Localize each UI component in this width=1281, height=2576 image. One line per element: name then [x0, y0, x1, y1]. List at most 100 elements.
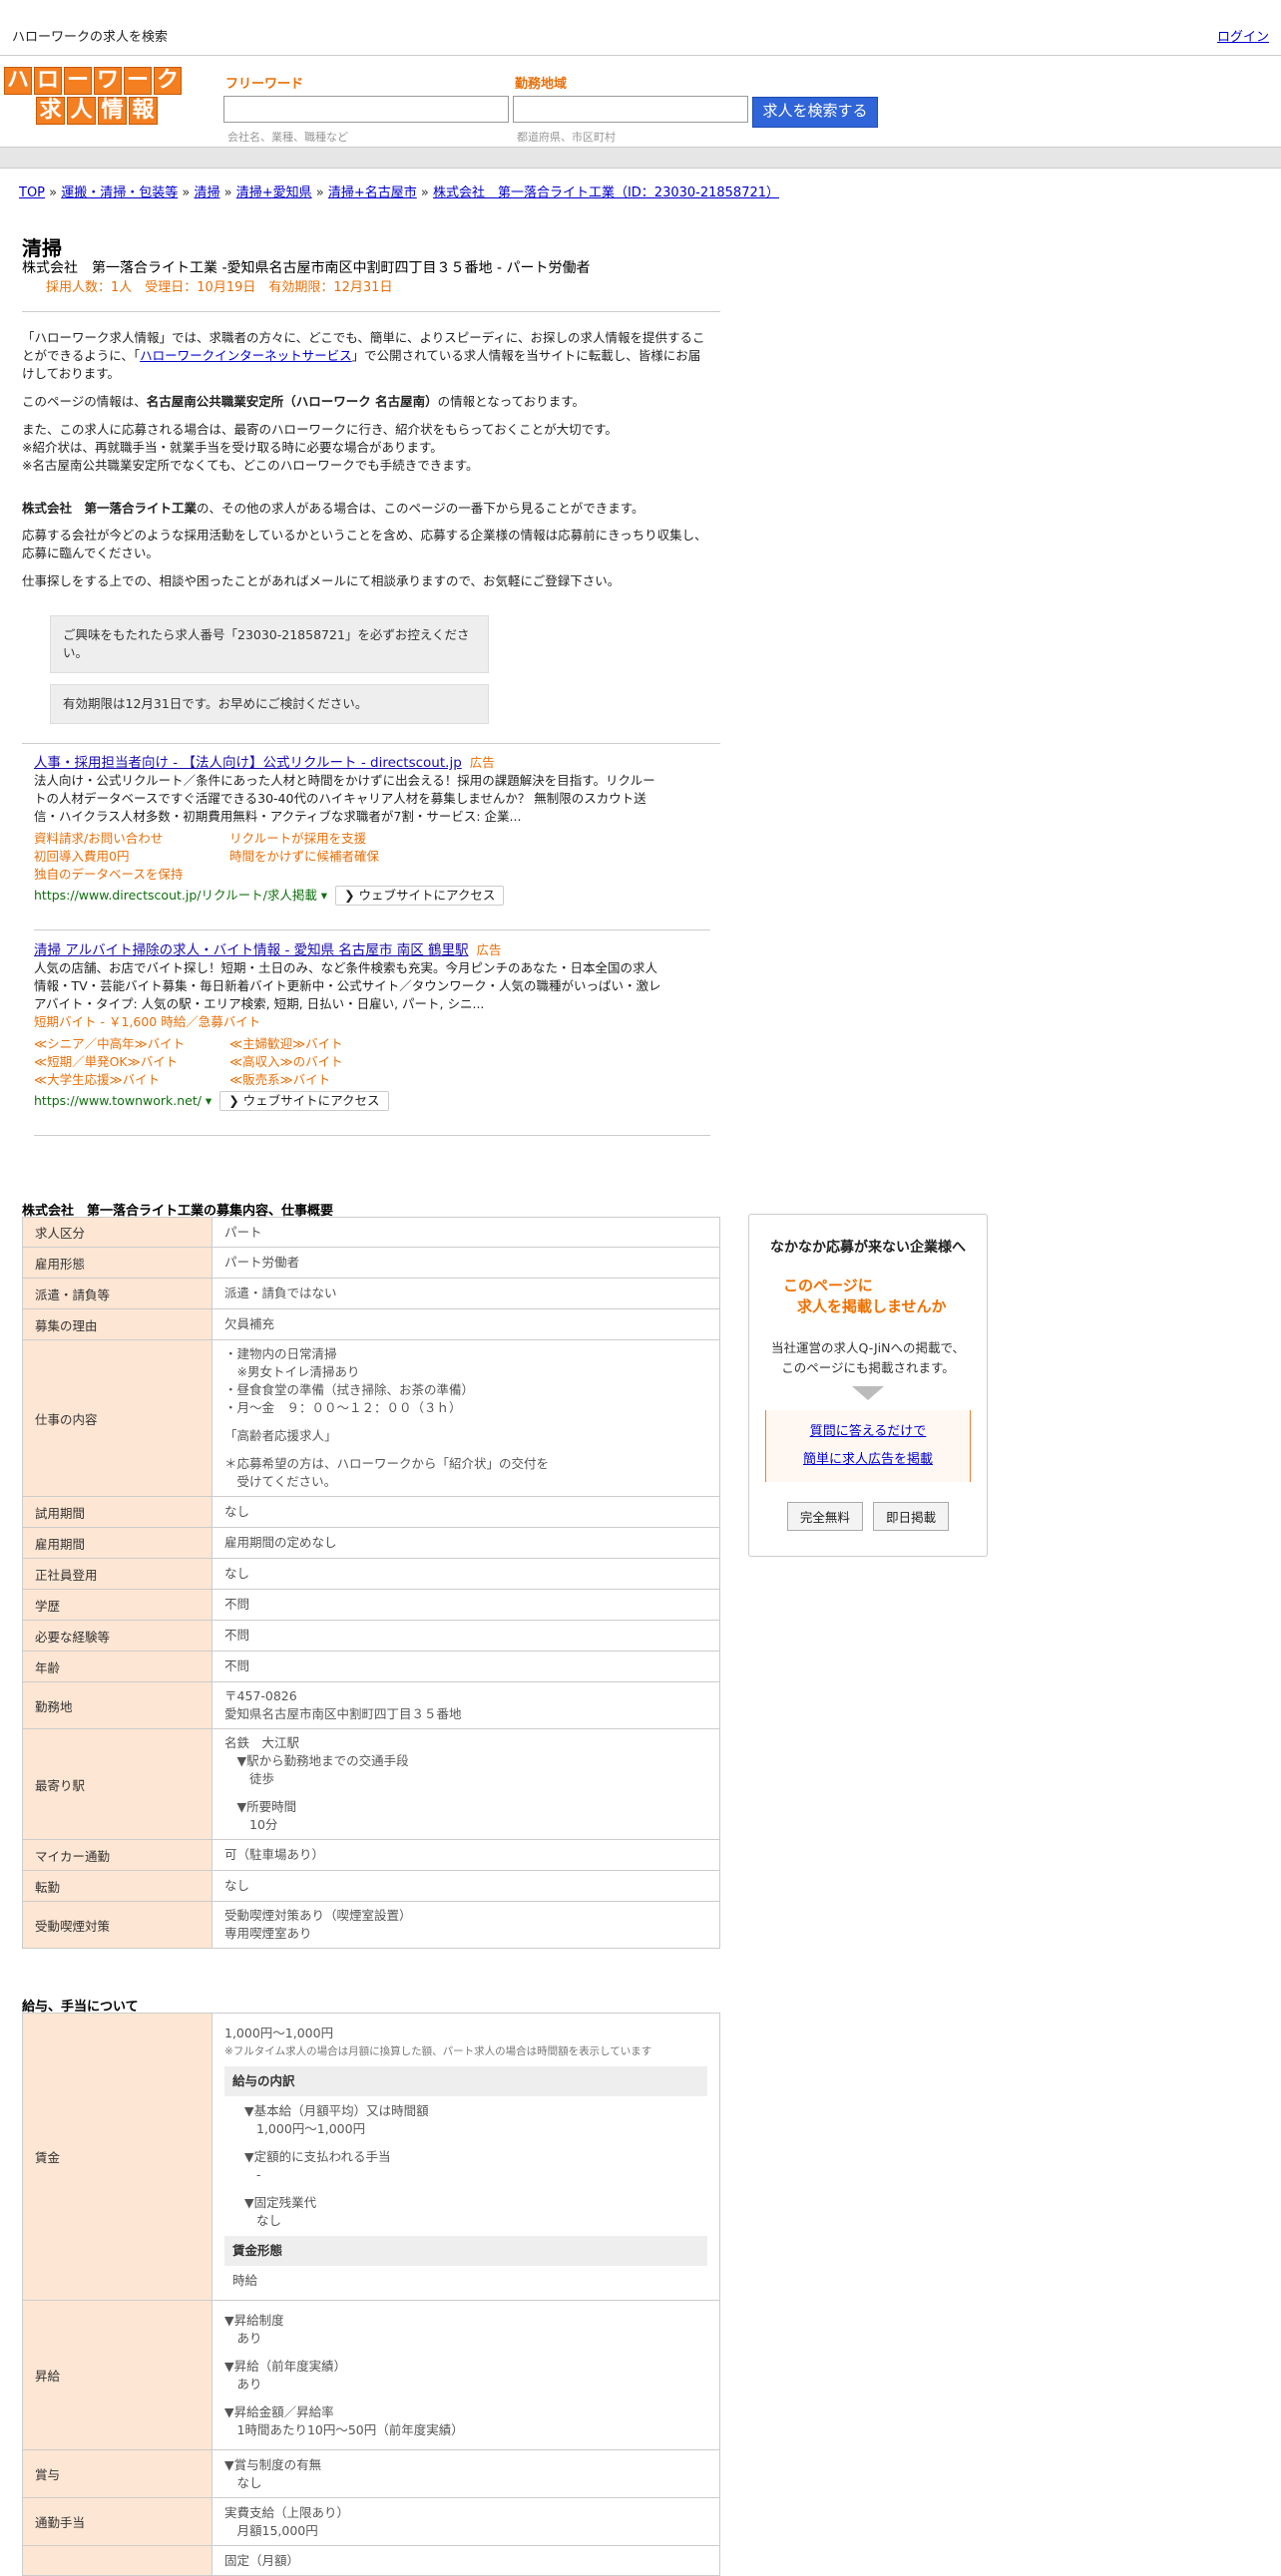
row-value: なし	[212, 1558, 720, 1590]
visit-website-button[interactable]: ❯ ウェブサイトにアクセス	[219, 1091, 389, 1111]
ad-sitelink[interactable]: 資料請求/お問い合わせ	[34, 830, 229, 848]
row-label: マイカー通勤	[22, 1839, 213, 1871]
table-row: 勤務地 〒457-0826 愛知県名古屋市南区中割町四丁目３５番地	[22, 1681, 720, 1729]
ad-sitelink[interactable]: 時間をかけずに候補者確保	[229, 848, 429, 866]
wage-form-value: 時給	[232, 2272, 258, 2288]
row-value-line: ▼賞与制度の有無	[224, 2456, 322, 2472]
login-link[interactable]: ログイン	[1217, 26, 1269, 45]
row-value-line: 「高齢者応援求人」	[224, 1428, 337, 1443]
row-value-line: あり	[224, 2330, 262, 2346]
ad-sitelink[interactable]: 独自のデータベースを保持	[34, 866, 229, 884]
logo-char: ハ	[4, 67, 32, 95]
sidebox-desc-line: 当社運営の求人Q-JiNへの掲載で、	[771, 1340, 965, 1355]
table-row: 派遣・請負等 派遣・請負ではない	[22, 1278, 720, 1309]
ad-title-link[interactable]: 清掃 アルバイト掃除の求人・バイト情報 - 愛知県 名古屋市 南区 鶴里駅	[34, 942, 468, 958]
logo-char: ワ	[94, 67, 122, 95]
area-hint: 都道府県、市区町村	[517, 131, 616, 144]
table-row: 求人区分 パート	[22, 1217, 720, 1248]
breadcrumb-link[interactable]: 運搬・清掃・包装等	[61, 185, 178, 200]
logo-char: ー	[124, 67, 152, 95]
row-value-line: ▼昇給制度	[224, 2312, 284, 2328]
row-value-line: 不問	[224, 1658, 250, 1673]
ad-sitelink[interactable]: ≪短期／単発OK≫バイト	[34, 1053, 229, 1071]
fixed-allowance-value: -	[256, 2166, 261, 2182]
logo-char: 情	[98, 97, 127, 125]
visit-website-button[interactable]: ❯ ウェブサイトにアクセス	[335, 886, 505, 906]
row-value-line: 派遣・請負ではない	[224, 1286, 337, 1300]
intro-paragraph-5: 応募する会社が今どのような採用活動をしているかということを含め、応募する企業様の…	[22, 528, 707, 560]
row-value: ・建物内の日常清掃 ※男女トイレ清掃あり ・昼食食堂の準備（拭き掃除、お茶の準備）…	[212, 1339, 720, 1497]
site-logo[interactable]: ハローワーク 求人情報	[4, 67, 182, 125]
ad-url-row: https://www.directscout.jp/リクルート/求人掲載 ▾ ❯…	[34, 886, 662, 906]
ad-sitelink[interactable]: ≪シニア／中高年≫バイト	[34, 1035, 229, 1053]
sidebox-desc-line: このページにも掲載されます。	[781, 1360, 955, 1375]
ad-block: 人事・採用担当者向け - 【法人向け】公式リクルート - directscout…	[34, 754, 662, 906]
breadcrumb-link[interactable]: 株式会社 第一落合ライト工業（ID：23030-21858721）	[433, 185, 779, 200]
ad-url[interactable]: https://www.townwork.net/ ▾	[34, 1092, 212, 1110]
job-meta: 採用人数：1人 受理日：10月19日 有効期限：12月31日	[46, 280, 393, 295]
sidebox-catch-2: 求人を掲載しませんか	[797, 1297, 947, 1315]
breadcrumb-link[interactable]: TOP	[19, 185, 45, 200]
ad-sitelink[interactable]: ≪高収入≫のバイト	[229, 1053, 429, 1071]
table-row: 仕事の内容 ・建物内の日常清掃 ※男女トイレ清掃あり ・昼食食堂の準備（拭き掃除、お…	[22, 1339, 720, 1497]
row-value-line	[224, 2393, 707, 2403]
freeword-input[interactable]	[223, 96, 509, 123]
row-value: 欠員補充	[212, 1308, 720, 1340]
sidebox-link-post[interactable]: 簡単に求人広告を掲載	[803, 1452, 933, 1467]
row-value: 不問	[212, 1651, 720, 1682]
divider	[22, 311, 720, 312]
intro-text: の情報となっております。	[437, 394, 586, 409]
ad-url-row: https://www.townwork.net/ ▾ ❯ ウェブサイトにアクセス	[34, 1091, 662, 1111]
row-value-line: 不問	[224, 1597, 250, 1612]
sidebox-link-answer[interactable]: 質問に答えるだけで	[810, 1424, 927, 1439]
row-value-line: ▼所要時間	[224, 1799, 297, 1814]
row-value: 可（駐車場あり）	[212, 1839, 720, 1871]
row-value-line: あり	[224, 2376, 262, 2392]
breadcrumb-link[interactable]: 清掃+名古屋市	[328, 185, 417, 200]
hellowork-internet-link[interactable]: ハローワークインターネットサービス	[140, 348, 352, 363]
table-row: 年齢 不問	[22, 1651, 720, 1682]
row-value-line: ・建物内の日常清掃	[224, 1346, 337, 1361]
row-label: 学歴	[22, 1589, 213, 1621]
row-value: なし	[212, 1870, 720, 1902]
ad-sitelink[interactable]: 初回導入費用0円	[34, 848, 229, 866]
base-pay-value: 1,000円〜1,000円	[256, 2120, 366, 2136]
breadcrumb-link[interactable]: 清掃	[194, 185, 219, 200]
logo-char: 人	[67, 97, 96, 125]
search-button[interactable]: 求人を検索する	[752, 97, 878, 128]
ad-title-link[interactable]: 人事・採用担当者向け - 【法人向け】公式リクルート - directscout…	[34, 755, 462, 771]
intro-paragraph-6: 仕事探しをする上での、相談や困ったことがあればメールにて相談承りますので、お気軽…	[22, 573, 621, 588]
logo-char: ロ	[34, 67, 62, 95]
table-row: 転勤 なし	[22, 1870, 720, 1902]
ad-url[interactable]: https://www.directscout.jp/リクルート/求人掲載 ▾	[34, 887, 327, 905]
ad-badge: 広告	[476, 942, 502, 957]
ad-description: 人気の店舗、お店でバイト探し！短期・土日のみ、など条件検索も充実。今月ピンチのあ…	[34, 960, 661, 1011]
row-value: なし	[212, 1496, 720, 1528]
free-button[interactable]: 完全無料	[786, 1502, 863, 1531]
advertise-side-box: なかなか応募が来ない企業様へ このページに 求人を掲載しませんか 当社運営の求人…	[748, 1214, 988, 1557]
ad-sitelink[interactable]: ≪販売系≫バイト	[229, 1071, 429, 1089]
instant-button[interactable]: 即日掲載	[873, 1502, 950, 1531]
breadcrumb-link[interactable]: 清掃+愛知県	[236, 185, 312, 200]
table-row: 最寄り駅 名鉄 大江駅 ▼駅から勤務地までの交通手段 徒歩 ▼所要時間 10分	[22, 1728, 720, 1840]
row-value: 雇用期間の定めなし	[212, 1527, 720, 1559]
intro-text: ※名古屋南公共職業安定所でなくても、どこのハローワークでも手続きできます。	[22, 458, 479, 473]
ad-sitelink[interactable]: ≪大学生応援≫バイト	[34, 1071, 229, 1089]
row-label: 仕事の内容	[22, 1339, 213, 1497]
ad-sitelink[interactable]: ≪主婦歓迎≫バイト	[229, 1035, 429, 1053]
row-label: 必要な経験等	[22, 1620, 213, 1652]
intro-paragraph-2: このページの情報は、名古屋南公共職業安定所（ハローワーク 名古屋南）の情報となっ…	[22, 393, 710, 411]
row-label: 試用期間	[22, 1496, 213, 1528]
row-label: 雇用期間	[22, 1527, 213, 1559]
table-row: 通勤手当 実費支給（上限あり） 月額15,000円	[22, 2497, 720, 2546]
table-row: 雇用形態 パート労働者	[22, 1247, 720, 1279]
row-value: 不問	[212, 1589, 720, 1621]
ad-title-row: 清掃 アルバイト掃除の求人・バイト情報 - 愛知県 名古屋市 南区 鶴里駅 広告	[34, 941, 662, 959]
area-input[interactable]	[513, 96, 748, 123]
row-value-line: なし	[224, 1566, 250, 1581]
ad-sitelink[interactable]: リクルートが採用を支援	[229, 830, 429, 848]
table-row: 学歴 不問	[22, 1589, 720, 1621]
row-label: 派遣・請負等	[22, 1278, 213, 1309]
intro-paragraph-1: 「ハローワーク求人情報」では、求職者の方々に、どこでも、簡単に、よりスピーディに…	[22, 329, 710, 383]
row-label: 賃金	[22, 2013, 213, 2301]
